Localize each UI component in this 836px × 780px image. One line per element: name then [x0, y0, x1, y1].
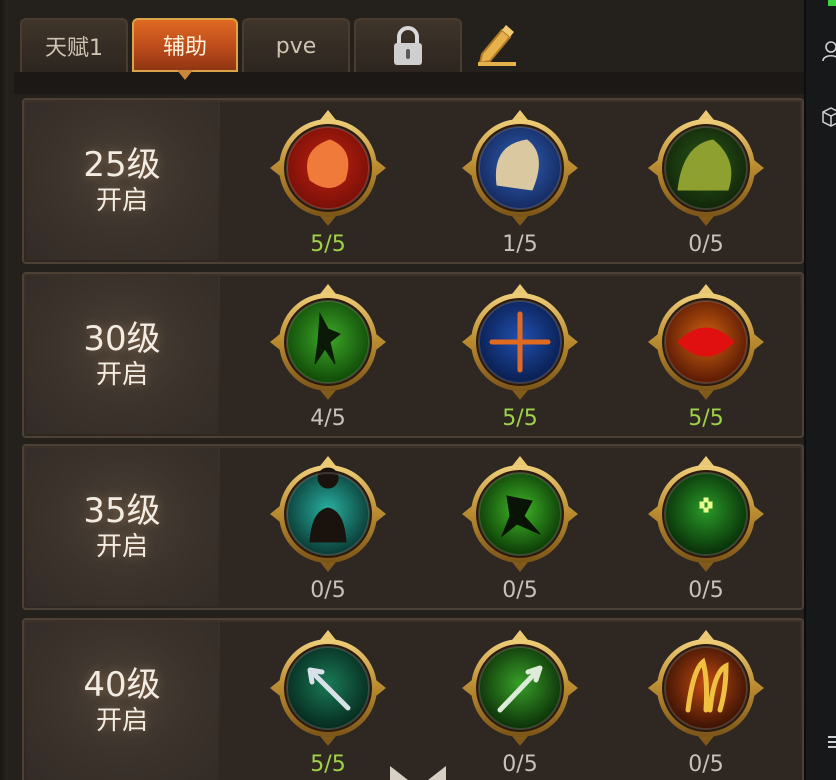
- row-level-panel: 40级 开启: [26, 622, 218, 780]
- skill-slot[interactable]: 5/5: [462, 284, 578, 434]
- tab-underline: [14, 72, 804, 94]
- skill-slot[interactable]: 0/5: [462, 630, 578, 780]
- scroll-down-arrow[interactable]: [388, 766, 448, 780]
- spear-skill-icon: [462, 630, 578, 746]
- cube-icon[interactable]: [822, 106, 836, 128]
- skill-level-count: 1/5: [502, 232, 538, 257]
- row-skill-area: 4/5 5/5 5/5: [220, 276, 800, 434]
- row-unlock-label: 开启: [95, 532, 148, 562]
- lock-icon: [394, 26, 422, 65]
- tab-pve[interactable]: pve: [242, 18, 350, 72]
- tab-label: pve: [275, 33, 317, 59]
- side-toolbar: [804, 0, 836, 780]
- skill-level-count: 4/5: [310, 406, 346, 431]
- talent-row: 40级 开启 5/5 0/5 0/5: [22, 618, 804, 780]
- shadow-skill-icon: [270, 456, 386, 572]
- eye-skill-icon: [648, 284, 764, 400]
- skill-level-count: 0/5: [688, 232, 724, 257]
- eagle-skill-icon: [462, 110, 578, 226]
- heal-skill-icon: [648, 456, 764, 572]
- status-indicator: [828, 0, 836, 6]
- row-level: 25级: [83, 145, 161, 185]
- skill-level-count: 0/5: [310, 578, 346, 603]
- skill-level-count: 0/5: [502, 578, 538, 603]
- skill-level-count: 5/5: [310, 752, 346, 777]
- arrow-skill-icon: [270, 630, 386, 746]
- row-skill-area: 5/5: [220, 102, 800, 260]
- skill-level-count: 0/5: [502, 752, 538, 777]
- talent-tabs: 天赋1 辅助 pve: [20, 18, 540, 80]
- tab-locked[interactable]: [354, 18, 462, 72]
- row-unlock-label: 开启: [95, 186, 148, 216]
- row-skill-area: 0/5 0/5 0/5: [220, 448, 800, 606]
- row-level: 40级: [83, 665, 161, 705]
- skill-level-count: 0/5: [688, 752, 724, 777]
- skill-slot[interactable]: 1/5: [462, 110, 578, 260]
- skill-slot[interactable]: 0/5: [648, 456, 764, 606]
- skill-slot[interactable]: 5/5: [270, 630, 386, 780]
- skill-level-count: 5/5: [502, 406, 538, 431]
- left-edge: [0, 0, 8, 780]
- skill-slot[interactable]: 0/5: [462, 456, 578, 606]
- skill-slot[interactable]: 0/5: [648, 110, 764, 260]
- tab-talent1[interactable]: 天赋1: [20, 18, 128, 72]
- skill-slot[interactable]: 4/5: [270, 284, 386, 434]
- tab-assist[interactable]: 辅助: [132, 18, 238, 80]
- tab-label: 天赋1: [45, 36, 103, 61]
- crosshair-skill-icon: [462, 284, 578, 400]
- skill-slot[interactable]: 0/5: [270, 456, 386, 606]
- edit-icon[interactable]: [472, 20, 522, 68]
- claw-skill-icon: [270, 110, 386, 226]
- fang-skill-icon: [648, 630, 764, 746]
- row-skill-area: 5/5: [220, 622, 800, 780]
- dash-skill-icon: [270, 284, 386, 400]
- skill-level-count: 5/5: [310, 232, 346, 257]
- row-level-panel: 30级 开启: [26, 276, 218, 434]
- sprint-skill-icon: [462, 456, 578, 572]
- tab-label: 辅助: [162, 35, 207, 60]
- skill-level-count: 0/5: [688, 578, 724, 603]
- row-unlock-label: 开启: [95, 706, 148, 736]
- row-unlock-label: 开启: [95, 360, 148, 390]
- row-level-panel: 25级 开启: [26, 102, 218, 260]
- skill-slot[interactable]: 0/5: [648, 630, 764, 780]
- row-level: 30级: [83, 319, 161, 359]
- talent-row: 25级 开启 5/5 1/5 0/5: [22, 98, 804, 264]
- talent-row: 30级 开启 4/5 5/5 5/5: [22, 272, 804, 438]
- row-level-panel: 35级 开启: [26, 448, 218, 606]
- talent-row: 35级 开启 0/5 0/5 0/5: [22, 444, 804, 610]
- list-icon[interactable]: [828, 734, 836, 750]
- beast-skill-icon: [648, 110, 764, 226]
- skill-level-count: 5/5: [688, 406, 724, 431]
- user-icon[interactable]: [822, 40, 836, 62]
- row-level: 35级: [83, 491, 161, 531]
- skill-slot[interactable]: 5/5: [648, 284, 764, 434]
- skill-slot[interactable]: 5/5: [270, 110, 386, 260]
